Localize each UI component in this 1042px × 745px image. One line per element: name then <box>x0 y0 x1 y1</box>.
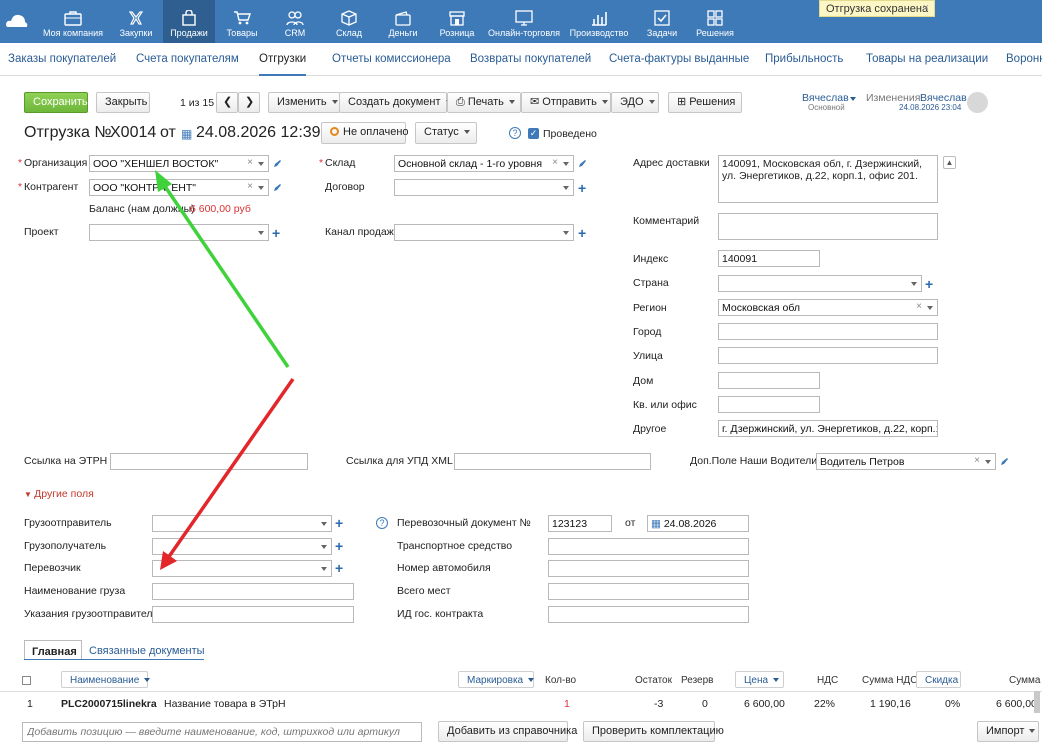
red-arrow <box>160 377 295 570</box>
green-arrow <box>155 170 290 368</box>
annotation-arrows <box>155 170 295 570</box>
